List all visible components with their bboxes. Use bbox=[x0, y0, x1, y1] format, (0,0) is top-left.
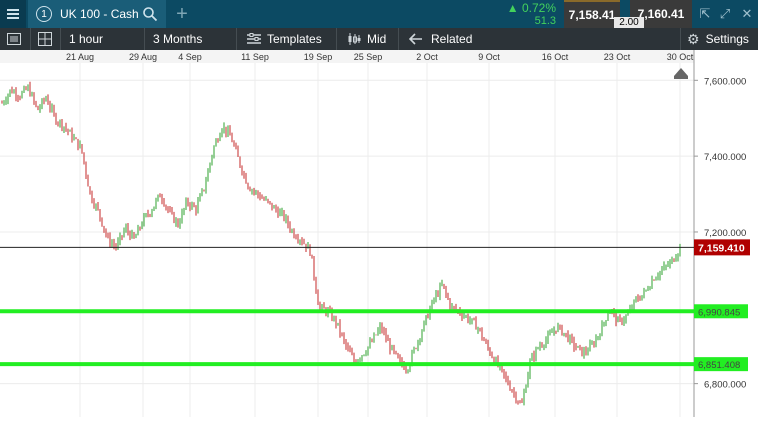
settings-label: Settings bbox=[705, 32, 749, 46]
chart-toolbar: 1 hour 3 Months Templates Mid Related ⚙ … bbox=[0, 28, 758, 50]
menu-button[interactable] bbox=[0, 0, 26, 28]
plus-icon: + bbox=[176, 2, 188, 25]
interval-label: 1 hour bbox=[69, 32, 104, 46]
change-percent: ▲ 0.72% bbox=[506, 1, 556, 15]
title-bar: 1 UK 100 - Cash + ▲ 0.72% 51.3 7,158.41 … bbox=[0, 0, 758, 28]
x-tick-label: 16 Oct bbox=[542, 52, 569, 62]
price-change: ▲ 0.72% 51.3 bbox=[486, 0, 560, 28]
range-label: 3 Months bbox=[153, 32, 203, 46]
tab-title: UK 100 - Cash bbox=[60, 7, 139, 21]
related-button[interactable]: Related bbox=[398, 28, 488, 50]
price-series bbox=[1, 81, 681, 406]
add-tab-button[interactable]: + bbox=[168, 0, 196, 28]
current-price-label: 7,159.410 bbox=[698, 242, 745, 254]
search-icon[interactable] bbox=[142, 6, 158, 22]
x-tick-label: 25 Sep bbox=[354, 52, 383, 62]
sell-price-button[interactable]: 7,158.41 bbox=[564, 0, 620, 28]
gear-icon: ⚙ bbox=[687, 30, 700, 47]
x-tick-label: 4 Sep bbox=[178, 52, 202, 62]
x-axis: 21 Aug 29 Aug 4 Sep 11 Sep 19 Sep 25 Sep 2 Oct… bbox=[0, 50, 694, 79]
x-tick-label: 11 Sep bbox=[241, 52, 269, 62]
candlestick-icon bbox=[348, 33, 361, 45]
level-price-label: 6,990.845 bbox=[698, 307, 740, 318]
x-axis-strip bbox=[0, 50, 694, 63]
related-label: Related bbox=[431, 32, 473, 46]
x-tick-label: 9 Oct bbox=[478, 52, 500, 62]
y-tick-label: 7,400.000 bbox=[704, 152, 746, 163]
level-price-label: 6,851.408 bbox=[698, 360, 740, 371]
hamburger-icon bbox=[7, 13, 19, 15]
scroll-end-marker-base bbox=[674, 76, 688, 79]
list-view-icon[interactable] bbox=[4, 28, 24, 50]
templates-label: Templates bbox=[267, 32, 322, 46]
x-tick-label: 30 Oct bbox=[667, 52, 694, 62]
y-tick-label: 7,600.000 bbox=[704, 76, 746, 87]
tab-number-badge: 1 bbox=[36, 6, 52, 22]
x-tick-label: 21 Aug bbox=[66, 52, 94, 62]
interval-selector[interactable]: 1 hour bbox=[60, 28, 144, 50]
settings-button[interactable]: ⚙ Settings bbox=[680, 28, 758, 50]
back-arrow-icon bbox=[409, 33, 422, 45]
x-tick-label: 29 Aug bbox=[129, 52, 157, 62]
x-tick-label: 2 Oct bbox=[416, 52, 438, 62]
range-selector[interactable]: 3 Months bbox=[144, 28, 236, 50]
maximize-icon[interactable]: ⤢ bbox=[716, 0, 734, 28]
layout-grid-icon[interactable] bbox=[30, 28, 59, 50]
price-type-label: Mid bbox=[367, 32, 387, 46]
price-chart[interactable]: 21 Aug 29 Aug 4 Sep 11 Sep 19 Sep 25 Sep 2 Oct… bbox=[0, 50, 758, 417]
x-tick-label: 19 Sep bbox=[304, 52, 333, 62]
change-points: 51.3 bbox=[534, 15, 556, 27]
y-tick-label: 6,800.000 bbox=[704, 380, 746, 391]
chart-canvas[interactable]: 21 Aug 29 Aug 4 Sep 11 Sep 19 Sep 25 Sep 2 Oct… bbox=[0, 50, 758, 417]
templates-button[interactable]: Templates bbox=[236, 28, 336, 50]
y-tick-label: 7,200.000 bbox=[704, 228, 746, 239]
undock-icon[interactable]: ⇱ bbox=[696, 0, 714, 28]
tab-uk100[interactable]: 1 UK 100 - Cash bbox=[28, 0, 166, 28]
close-icon[interactable]: ✕ bbox=[738, 0, 756, 28]
x-tick-label: 23 Oct bbox=[604, 52, 631, 62]
templates-icon bbox=[247, 33, 261, 44]
spread-value: 2.00 bbox=[614, 17, 644, 28]
price-type-selector[interactable]: Mid bbox=[336, 28, 398, 50]
scroll-end-marker-icon[interactable] bbox=[674, 68, 688, 76]
